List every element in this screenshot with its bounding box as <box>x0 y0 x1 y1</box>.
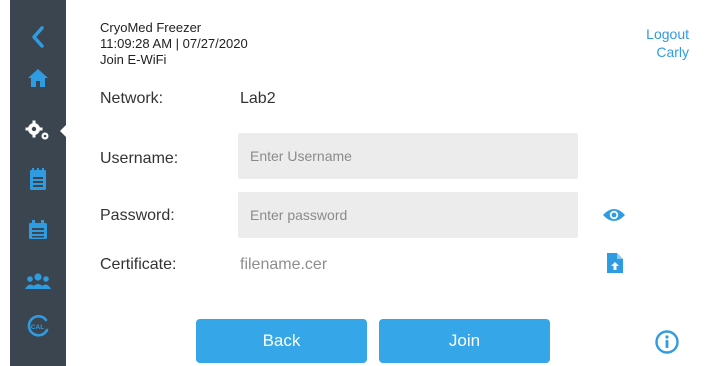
header: CryoMed Freezer 11:09:28 AM | 07/27/2020… <box>100 20 248 68</box>
back-button[interactable]: Back <box>196 319 367 363</box>
gears-icon[interactable] <box>10 111 66 151</box>
clipboard-icon[interactable] <box>10 159 66 199</box>
home-icon[interactable] <box>10 58 66 98</box>
calibration-icon[interactable]: CAL <box>10 306 66 346</box>
active-item-indicator <box>60 121 70 141</box>
datetime: 11:09:28 AM | 07/27/2020 <box>100 36 248 51</box>
account-area: Logout Carly <box>646 25 689 61</box>
page-title: Join E-WiFi <box>100 52 167 67</box>
certificate-filename: filename.cer <box>240 256 328 273</box>
calendar-list-icon[interactable] <box>10 210 66 250</box>
users-icon[interactable] <box>10 261 66 301</box>
svg-text:CAL: CAL <box>31 324 44 331</box>
info-icon[interactable] <box>654 329 680 355</box>
certificate-label: Certificate: <box>100 256 177 273</box>
device-name: CryoMed Freezer <box>100 20 202 35</box>
network-value: Lab2 <box>240 90 276 107</box>
upload-file-icon[interactable] <box>604 251 626 275</box>
logout-link[interactable]: Logout <box>646 25 689 43</box>
show-password-eye-icon[interactable] <box>601 205 627 225</box>
join-button[interactable]: Join <box>379 319 550 363</box>
back-chevron-icon[interactable] <box>10 17 66 57</box>
network-label: Network: <box>100 90 164 107</box>
password-label: Password: <box>100 207 175 224</box>
username-label: Username: <box>100 150 179 167</box>
user-name: Carly <box>656 44 689 60</box>
sidebar: CAL <box>10 0 66 366</box>
username-input[interactable] <box>238 133 578 179</box>
password-input[interactable] <box>238 192 578 238</box>
